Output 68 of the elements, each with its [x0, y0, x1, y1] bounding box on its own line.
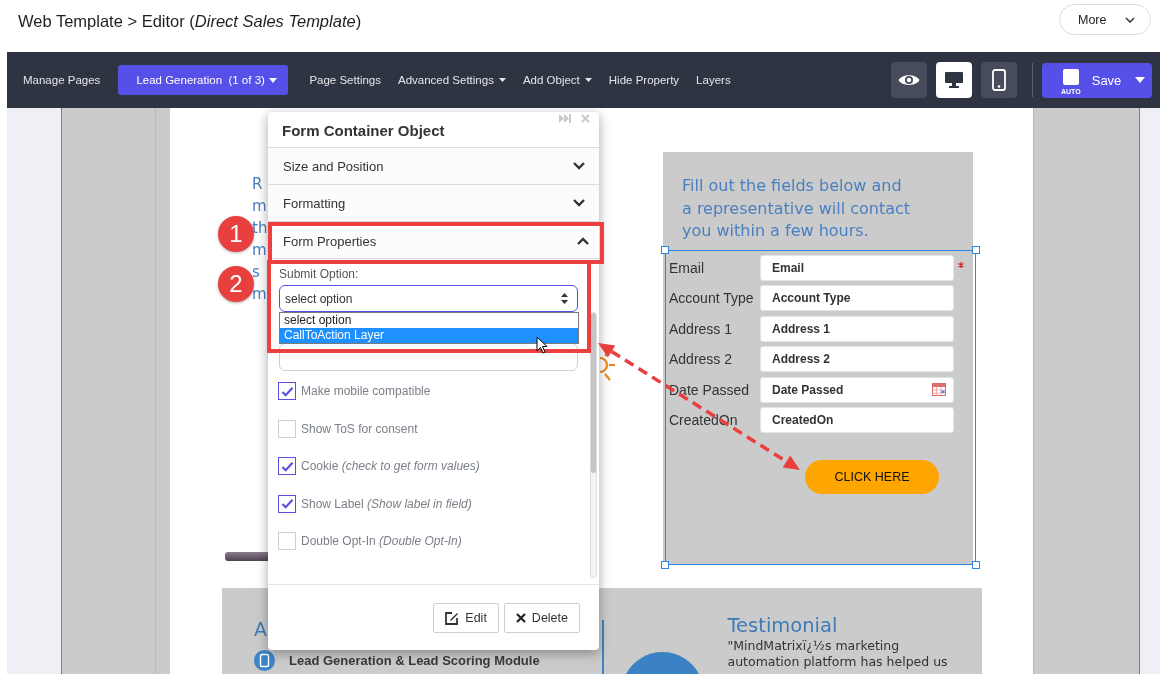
testimonial-quote: "MindMatrixï¿½s marketing automation platform has helped us — [727, 638, 948, 670]
photo-placeholder — [225, 552, 268, 561]
checkbox-label: Cookie (check to get form values) — [301, 459, 480, 473]
checkbox[interactable] — [278, 382, 296, 400]
mobile-device-icon — [254, 650, 275, 671]
chevron-down-icon — [1125, 16, 1135, 23]
checkbox-label: Show Label (Show label in field) — [301, 496, 472, 511]
input-field[interactable]: Address 1 — [760, 315, 954, 342]
mobile-view-button[interactable] — [981, 62, 1017, 98]
edit-icon — [445, 611, 460, 625]
desktop-view-button[interactable] — [936, 62, 972, 98]
x-mark-icon — [515, 613, 526, 623]
checkbox-label: Show ToS for consent — [301, 421, 418, 436]
checkbox[interactable] — [278, 457, 296, 475]
accordion-header[interactable]: Form Properties — [273, 227, 599, 259]
resize-handle[interactable] — [661, 561, 669, 569]
scrollbar-thumb[interactable] — [591, 313, 596, 473]
sort-arrows-icon — [561, 293, 568, 304]
dropdown-option[interactable]: select option — [280, 313, 578, 328]
caret-down-icon — [1135, 77, 1146, 83]
field-label: CreatedOn — [669, 412, 739, 428]
toolbar-link[interactable]: Hide Property — [608, 74, 680, 86]
edit-button[interactable]: Edit — [433, 603, 499, 633]
field-label: Account Type — [669, 290, 755, 306]
dialog-title: Form Container Object — [282, 121, 445, 139]
input-field[interactable]: Email — [760, 254, 954, 281]
field-label: Submit Option: — [279, 266, 359, 282]
page-title: Web Template > Editor (Direct Sales Template) — [18, 11, 362, 32]
input-field[interactable]: Date Passed — [760, 376, 954, 403]
accordion-header[interactable]: Formatting — [268, 185, 599, 222]
resize-handle[interactable] — [972, 245, 980, 254]
select-field[interactable]: select option — [279, 285, 578, 312]
monitor-icon — [945, 72, 963, 88]
cta-button[interactable]: CLICK HERE — [805, 459, 939, 494]
delete-button[interactable]: Delete — [503, 603, 580, 633]
caret-down-icon — [498, 78, 506, 82]
heading-text: A — [254, 618, 267, 640]
calendar-icon[interactable] — [932, 383, 946, 396]
input-field[interactable]: CreatedOn — [760, 407, 954, 433]
input-field[interactable]: Address 2 — [760, 346, 954, 372]
checkbox-label: Make mobile compatible — [301, 384, 431, 398]
feature-text: Lead Generation & Lead Scoring Module — [289, 653, 540, 668]
field-label: Address 1 — [669, 320, 734, 337]
field-label: Address 2 — [669, 351, 734, 367]
checkbox-label: Double Opt-In (Double Opt-In) — [301, 534, 462, 548]
caret-down-icon — [584, 78, 592, 82]
form-heading: Fill out the fields below and a representative will contact you within a few hours. — [682, 175, 912, 242]
caret-down-icon — [268, 77, 277, 83]
eye-icon — [898, 73, 920, 87]
toolbar-link[interactable]: Manage Pages — [23, 74, 101, 86]
resize-handle[interactable] — [661, 245, 669, 254]
input-field[interactable]: Account Type — [760, 285, 954, 311]
preview-button[interactable] — [891, 62, 927, 98]
toolbar-menu[interactable]: Add Object — [522, 74, 592, 86]
smartphone-icon — [992, 69, 1006, 91]
scrollbar[interactable] — [590, 312, 597, 578]
paragraph-text: R m th m s m — [252, 174, 268, 305]
accordion-header[interactable]: Size and Position — [268, 148, 599, 185]
auto-save-checkbox[interactable] — [1062, 68, 1079, 85]
testimonial-title: Testimonial — [727, 614, 838, 638]
resize-handle[interactable] — [972, 561, 980, 569]
field-label: Email — [669, 259, 705, 276]
checkbox[interactable] — [278, 494, 296, 513]
toolbar-menu[interactable]: Advanced Settings — [398, 74, 506, 86]
page-picker-button[interactable]: Lead Generation (1 of 3) — [118, 65, 289, 95]
toolbar-link[interactable]: Page Settings — [309, 74, 381, 86]
toolbar-link[interactable]: Layers — [696, 74, 731, 86]
more-button[interactable]: More — [1059, 4, 1151, 35]
